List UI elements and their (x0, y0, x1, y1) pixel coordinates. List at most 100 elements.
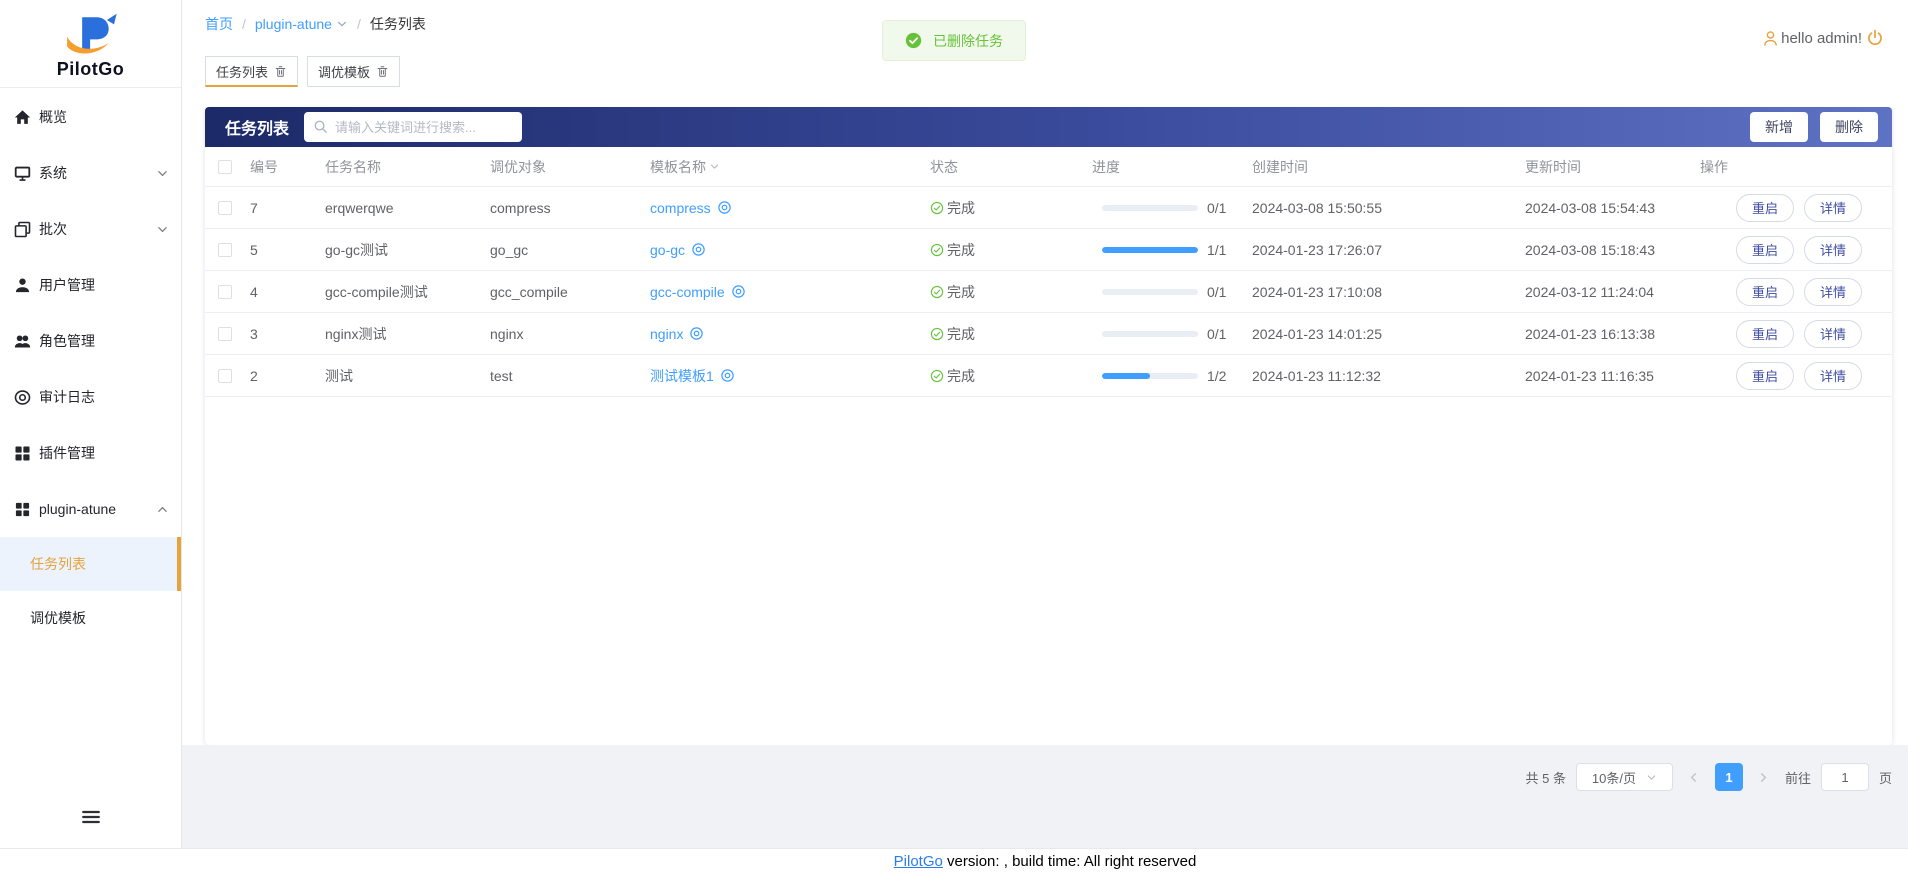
row-checkbox[interactable] (218, 200, 232, 215)
restart-button[interactable]: 重启 (1736, 277, 1795, 306)
sidebar-subitem-task-list[interactable]: 任务列表 (0, 537, 181, 591)
sidebar-item-batch[interactable]: 批次 (0, 201, 181, 257)
prev-page-button[interactable] (1683, 763, 1705, 791)
details-button[interactable]: 详情 (1804, 277, 1863, 306)
details-button[interactable]: 详情 (1804, 361, 1863, 390)
cell-created: 2024-01-23 14:01:25 (1252, 325, 1382, 342)
chevron-down-icon (156, 223, 169, 236)
sidebar-item-audit-log[interactable]: 审计日志 (0, 369, 181, 425)
sidebar-subitem-label: 调优模板 (30, 610, 86, 626)
template-link[interactable]: compress (650, 200, 732, 216)
panel-bar: 任务列表 新增 删除 (205, 107, 1892, 147)
breadcrumb: 首页 / plugin-atune / 任务列表 (205, 14, 426, 34)
cell-target: nginx (490, 325, 524, 342)
template-link[interactable]: 测试模板1 (650, 366, 735, 386)
row-checkbox[interactable] (218, 242, 232, 257)
row-checkbox[interactable] (218, 326, 232, 341)
view-icon[interactable] (689, 326, 704, 341)
select-all-checkbox[interactable] (218, 159, 232, 174)
restart-button[interactable]: 重启 (1736, 235, 1795, 264)
template-link-label: go-gc (650, 241, 686, 258)
tab-task-list[interactable]: 任务列表 (205, 56, 299, 87)
sort-caret-icon[interactable] (709, 161, 720, 172)
column-header-label: 任务名称 (325, 158, 381, 175)
breadcrumb-item-label: plugin-atune (254, 16, 332, 32)
progress-fill (1102, 246, 1198, 253)
footer-pilotgo-link[interactable]: PilotGo (894, 853, 943, 870)
sidebar-item-plugin-management[interactable]: 插件管理 (0, 425, 181, 481)
tab-label: 调优模板 (318, 65, 371, 80)
tab-tuning-template[interactable]: 调优模板 (307, 56, 401, 87)
next-page-button[interactable] (1753, 763, 1775, 791)
cell-created: 2024-01-23 17:26:07 (1252, 241, 1382, 258)
view-icon[interactable] (691, 242, 706, 257)
sidebar-menu: 概览 系统批次用户管理角色管理审计日志 插件管理 plugin-atune 任务列表调优… (0, 88, 181, 645)
cell-target: test (490, 367, 513, 384)
table-header-row: 编号 任务名称 调优对象 模板名称 状态 进度 创建时间 更新时间 操作 (205, 147, 1892, 187)
page-number-1[interactable]: 1 (1714, 763, 1743, 791)
details-button[interactable]: 详情 (1804, 193, 1863, 222)
row-checkbox[interactable] (218, 284, 232, 299)
sidebar-subitem-tuning-template[interactable]: 调优模板 (0, 591, 181, 645)
search-input[interactable] (304, 112, 523, 142)
footer-text: version: , build time: All right reserve… (942, 853, 1197, 870)
sidebar-item-overview[interactable]: 概览 (0, 89, 181, 145)
sidebar-item-role-management[interactable]: 角色管理 (0, 313, 181, 369)
view-icon[interactable] (717, 200, 732, 215)
pagination-total: 共 5 条 (1525, 770, 1566, 786)
user-box: hello admin! (1762, 29, 1884, 47)
view-icon[interactable] (731, 284, 746, 299)
sidebar-item-system[interactable]: 系统 (0, 145, 181, 201)
column-header-label: 操作 (1700, 158, 1728, 175)
check-circle-icon (930, 369, 944, 383)
main-area: 首页 / plugin-atune / 任务列表 hello admin! 任务列表 调优… (182, 0, 1908, 848)
plugin-icon (14, 445, 31, 462)
sidebar-item-label: 角色管理 (39, 333, 95, 349)
progress-cell: 1/2 (1092, 368, 1252, 384)
app-shell: PilotGo 概览 系统 批次 用户管理 角色管理 审计日志 插件管理 plugin-atu… (0, 0, 1908, 848)
status-label: 完成 (947, 199, 975, 216)
cell-updated: 2024-03-08 15:18:43 (1525, 241, 1655, 258)
template-link[interactable]: gcc-compile (650, 284, 746, 300)
page-footer: PilotGo version: , build time: All right… (0, 848, 1908, 874)
status-badge: 完成 (930, 366, 1092, 386)
sidebar-item-label: 批次 (39, 221, 67, 237)
role-icon (14, 333, 31, 350)
delete-button[interactable]: 删除 (1820, 112, 1878, 142)
column-header: 创建时间 (1252, 157, 1525, 177)
goto-page-input[interactable] (1820, 763, 1869, 791)
panel-actions: 新增 删除 (1750, 112, 1878, 142)
breadcrumb-separator: / (356, 16, 361, 32)
restart-button[interactable]: 重启 (1736, 319, 1795, 348)
cell-id: 2 (250, 367, 258, 384)
row-checkbox[interactable] (218, 368, 232, 383)
trash-icon[interactable] (376, 65, 389, 78)
breadcrumb-item[interactable]: 首页 (205, 14, 233, 34)
power-icon[interactable] (1866, 29, 1884, 47)
details-button[interactable]: 详情 (1804, 235, 1863, 264)
restart-button[interactable]: 重启 (1736, 193, 1795, 222)
sidebar-item-plugin-atune[interactable]: plugin-atune (0, 481, 181, 537)
sidebar-collapse-button[interactable] (81, 808, 101, 826)
status-badge: 完成 (930, 324, 1092, 344)
pagination: 共 5 条 10条/页 1 前往 页 (1525, 763, 1892, 791)
pilotgo-logo-icon (66, 13, 117, 53)
add-button[interactable]: 新增 (1750, 112, 1808, 142)
details-button[interactable]: 详情 (1804, 319, 1863, 348)
page-size-value: 10条/页 (1591, 770, 1636, 786)
trash-icon[interactable] (274, 65, 287, 78)
sidebar: PilotGo 概览 系统 批次 用户管理 角色管理 审计日志 插件管理 plugin-atu… (0, 0, 182, 848)
restart-button[interactable]: 重启 (1736, 361, 1795, 390)
cell-created: 2024-01-23 11:12:32 (1252, 367, 1381, 384)
page-size-select[interactable]: 10条/页 (1575, 763, 1673, 791)
view-icon[interactable] (720, 368, 735, 383)
toast-message: 已删除任务 (933, 32, 1003, 49)
sidebar-item-label: 用户管理 (39, 277, 95, 293)
breadcrumb-item[interactable]: plugin-atune (255, 16, 348, 32)
template-link[interactable]: go-gc (650, 242, 706, 258)
column-header: 任务名称 (325, 157, 490, 177)
status-label: 完成 (947, 283, 975, 300)
sidebar-item-user-management[interactable]: 用户管理 (0, 257, 181, 313)
status-badge: 完成 (930, 240, 1092, 260)
template-link[interactable]: nginx (650, 326, 704, 342)
